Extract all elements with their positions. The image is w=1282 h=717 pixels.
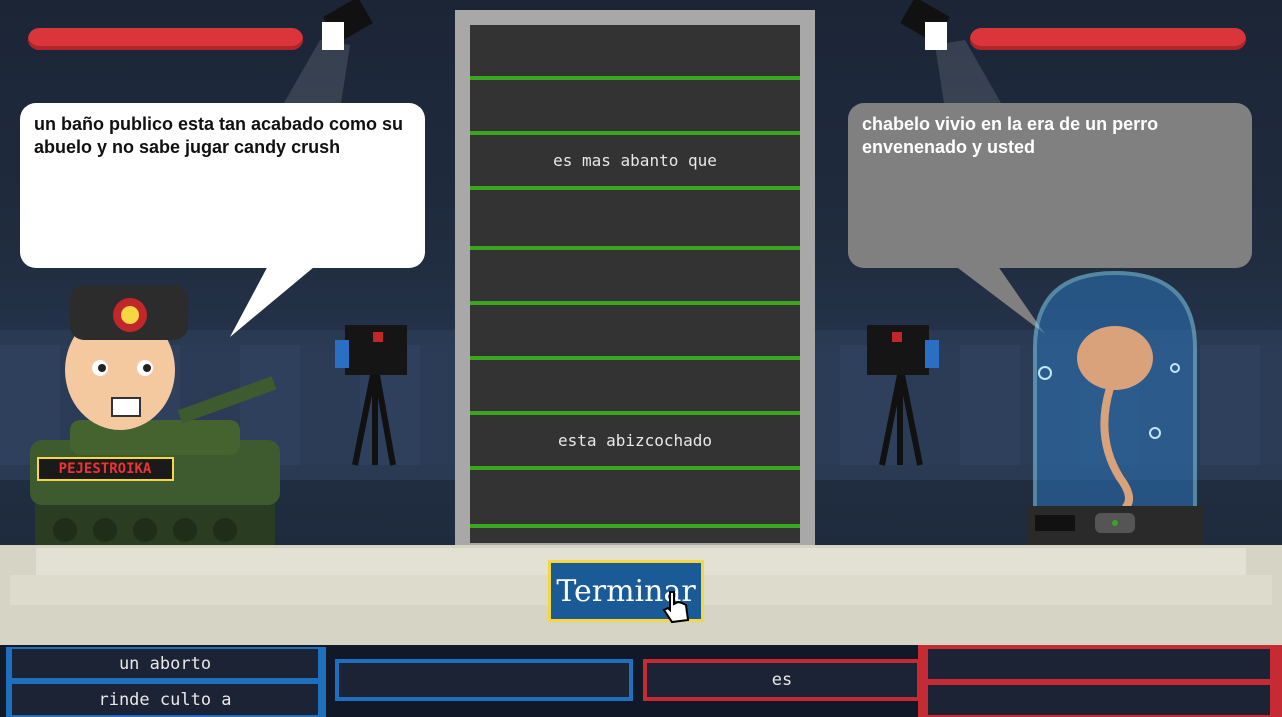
- left-health-bar: [28, 28, 303, 50]
- left-card-1[interactable]: un aborto: [12, 649, 318, 678]
- board-row[interactable]: es mas abanto que: [470, 135, 800, 190]
- card-tray: un aborto rinde culto a es: [0, 645, 1282, 717]
- board-row[interactable]: [470, 25, 800, 80]
- board-row[interactable]: [470, 305, 800, 360]
- spotlight-left-icon: [280, 0, 373, 110]
- camera-right-icon: [867, 325, 939, 466]
- middle-left-card[interactable]: [335, 659, 633, 701]
- tank-label: PEJESTROIKA: [58, 461, 152, 477]
- board-row[interactable]: [470, 195, 800, 250]
- right-character-brain-jar: [1027, 270, 1203, 551]
- hand-cursor-icon: [662, 591, 690, 624]
- right-speech-bubble: chabelo vivio en la era de un perro enve…: [848, 103, 1252, 268]
- left-card-2[interactable]: rinde culto a: [12, 684, 318, 715]
- left-character-tank: [30, 285, 280, 550]
- right-card-2[interactable]: [928, 685, 1270, 715]
- right-card-1[interactable]: [928, 649, 1270, 679]
- middle-right-card[interactable]: es: [643, 659, 921, 701]
- right-health-bar: [970, 28, 1246, 50]
- board-row[interactable]: esta abizcochado: [470, 415, 800, 470]
- spotlight-right-icon: [900, 0, 1005, 110]
- phrase-board-inner: es mas abanto que esta abizcochado: [470, 25, 800, 543]
- left-speech-text: un baño publico esta tan acabado como su…: [34, 114, 404, 157]
- board-row[interactable]: [470, 473, 800, 528]
- board-row[interactable]: [470, 250, 800, 305]
- left-speech-bubble: un baño publico esta tan acabado como su…: [20, 103, 425, 268]
- board-row[interactable]: [470, 80, 800, 135]
- camera-left-icon: [335, 325, 407, 466]
- board-row[interactable]: [470, 360, 800, 415]
- right-speech-text: chabelo vivio en la era de un perro enve…: [862, 114, 1159, 157]
